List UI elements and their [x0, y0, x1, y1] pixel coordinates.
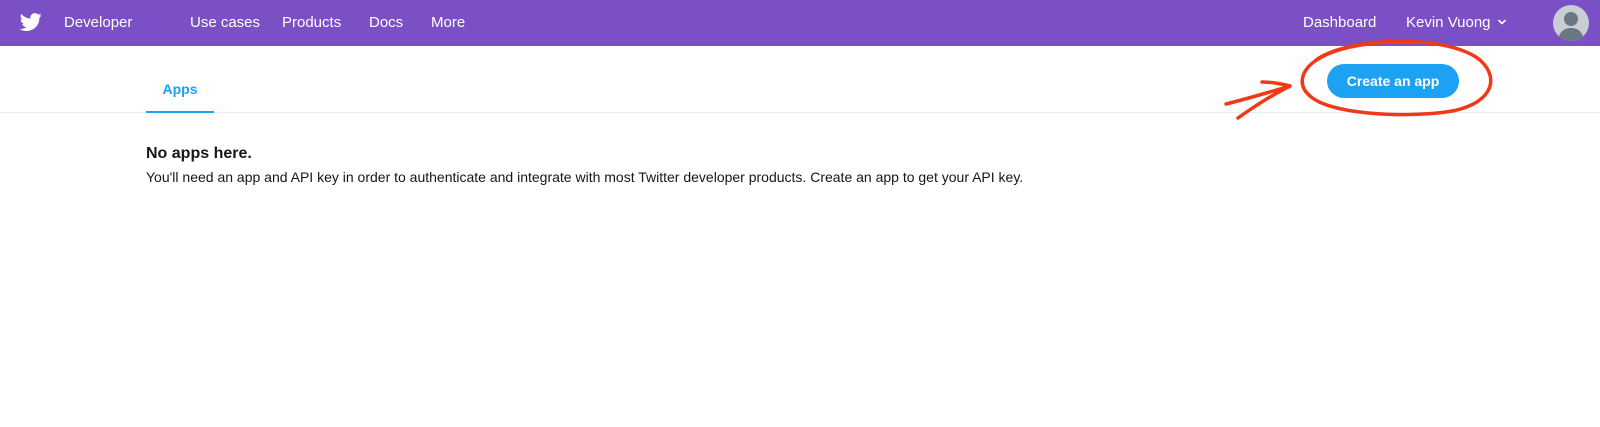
twitter-bird-icon[interactable]: [19, 11, 43, 33]
empty-state-title: No apps here.: [146, 145, 252, 162]
empty-state-description: You'll need an app and API key in order …: [146, 169, 1024, 185]
nav-use-cases[interactable]: Use cases: [190, 14, 260, 31]
nav-products[interactable]: Products: [282, 14, 341, 31]
top-navigation-bar: Developer Use cases Products Docs More D…: [0, 0, 1600, 46]
default-avatar-icon[interactable]: [1553, 5, 1589, 41]
nav-dashboard[interactable]: Dashboard: [1303, 14, 1376, 31]
tab-apps-label: Apps: [162, 81, 198, 97]
nav-more[interactable]: More: [431, 14, 465, 31]
chevron-down-icon[interactable]: [1497, 17, 1507, 27]
nav-docs[interactable]: Docs: [369, 14, 403, 31]
tab-apps[interactable]: Apps: [146, 46, 214, 113]
brand-label[interactable]: Developer: [64, 14, 132, 31]
create-app-button[interactable]: Create an app: [1327, 64, 1459, 98]
user-menu-name[interactable]: Kevin Vuong: [1406, 14, 1491, 31]
tab-active-indicator: [146, 111, 214, 113]
